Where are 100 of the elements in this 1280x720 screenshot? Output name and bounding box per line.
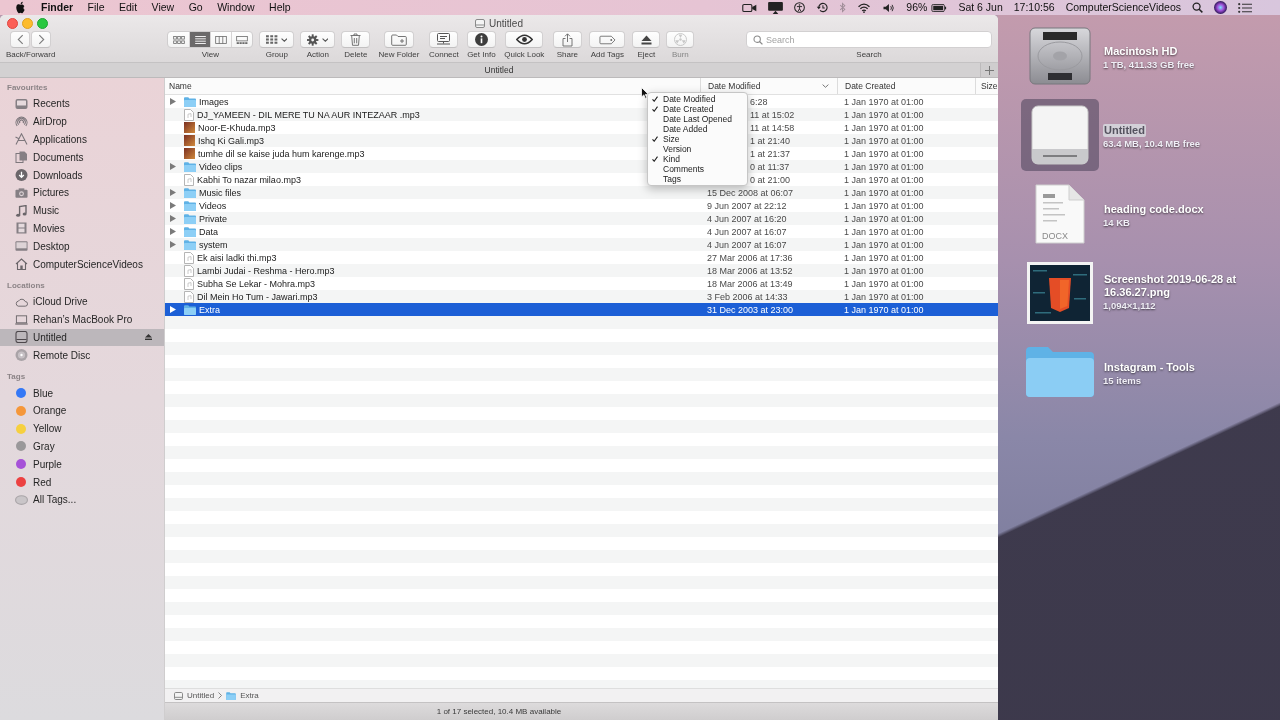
menu-title[interactable]: Edit [119, 0, 138, 15]
disclosure-triangle-icon[interactable] [170, 163, 176, 170]
toolbar-button[interactable] [466, 31, 496, 48]
sidebar-item[interactable]: iCloud Drive [0, 292, 164, 311]
file-row[interactable]: Extra 31 Dec 2003 at 23:00 1 Jan 1970 at 01:00 [165, 303, 998, 316]
menu-title[interactable]: File [87, 0, 105, 15]
disclosure-triangle-icon[interactable] [170, 306, 176, 313]
close-button[interactable] [7, 17, 18, 29]
column-header[interactable]: Name [165, 78, 700, 94]
menu-item[interactable]: Date Modified [648, 94, 747, 104]
sidebar-item[interactable]: Recents [0, 95, 164, 113]
sidebar-item[interactable]: ComputerScienceVideos [0, 255, 164, 273]
sidebar-heading: Favourites [6, 82, 49, 94]
drive-icon [475, 18, 486, 28]
sidebar-item[interactable]: Gray [0, 437, 164, 456]
sidebar-item[interactable]: Music [0, 201, 164, 220]
menu-item[interactable]: Comments [648, 164, 747, 174]
sidebar-item[interactable]: Downloads [0, 166, 164, 184]
chevron-right-icon [37, 34, 45, 45]
date-created: 1 Jan 1970 at 01:00 [844, 148, 924, 159]
sidebar-item[interactable]: Rehan’s MacBook Pro [0, 310, 164, 329]
path-item[interactable]: Extra [226, 691, 259, 700]
toolbar-button[interactable] [505, 31, 544, 48]
date-created: 1 Jan 1970 at 01:00 [844, 96, 924, 107]
view-mode-button[interactable] [189, 32, 211, 47]
tab[interactable]: Untitled [0, 63, 980, 77]
accessibility-icon[interactable] [794, 2, 806, 13]
list-icon[interactable] [1238, 2, 1252, 13]
sidebar-item[interactable]: Movies [0, 219, 164, 238]
battery-icon[interactable] [931, 3, 948, 12]
toolbar-button[interactable] [259, 31, 295, 48]
menu-item[interactable]: Tags [648, 174, 747, 184]
disclosure-triangle-icon[interactable] [170, 189, 176, 196]
image-thumbnail-icon[interactable] [1027, 261, 1093, 324]
sidebar-item[interactable]: Blue [0, 384, 164, 402]
file-name: Videos [199, 200, 227, 211]
file-name: DJ_YAMEEN - DIL MERE TU NA AUR INTEZAAR .mp3 [197, 109, 420, 120]
hard-drive-icon[interactable] [1029, 25, 1091, 86]
menu-title[interactable]: Go [188, 0, 203, 15]
forward-button[interactable] [31, 31, 52, 48]
sidebar-item[interactable]: Red [0, 473, 164, 491]
toolbar-button[interactable] [300, 31, 336, 48]
file-name: Images [199, 96, 229, 107]
back-button[interactable] [10, 31, 31, 48]
sidebar-item[interactable]: Desktop [0, 237, 164, 256]
menu-title[interactable]: Finder [41, 0, 74, 15]
columns-icon [215, 35, 228, 44]
date-created: 1 Jan 1970 at 01:00 [844, 213, 924, 224]
column-header[interactable]: Date Created [837, 78, 975, 94]
document-icon[interactable] [1035, 183, 1085, 244]
orb-icon[interactable] [1214, 1, 1227, 14]
disclosure-triangle-icon[interactable] [170, 215, 176, 222]
speaker-icon[interactable] [882, 2, 896, 13]
user-name[interactable]: ComputerScienceVideos [1065, 0, 1181, 15]
menu-item[interactable]: Version [648, 144, 747, 154]
apple-icon[interactable] [15, 1, 26, 14]
sidebar-item[interactable]: Yellow [0, 419, 164, 438]
toolbar-button[interactable] [429, 31, 459, 48]
toolbar-label: Group [265, 50, 288, 60]
search-field[interactable]: Search [746, 31, 992, 48]
disclosure-triangle-icon[interactable] [170, 241, 176, 248]
file-name: system [199, 239, 228, 250]
disclosure-triangle-icon[interactable] [170, 202, 176, 209]
music-file-icon [184, 251, 194, 264]
sidebar-item[interactable]: Purple [0, 455, 164, 474]
video-camera-icon[interactable] [742, 2, 758, 13]
menu-title[interactable]: Help [269, 0, 291, 15]
film-icon [15, 222, 28, 235]
menu-title[interactable]: View [151, 0, 175, 15]
sidebar-item[interactable]: All Tags... [0, 490, 164, 509]
zoom-button[interactable] [37, 17, 48, 29]
sidebar-item[interactable]: AirDrop [0, 112, 164, 131]
sidebar-item[interactable]: Untitled [0, 328, 164, 347]
disclosure-triangle-icon[interactable] [170, 98, 176, 105]
display-icon[interactable] [768, 1, 784, 14]
path-item[interactable]: Untitled [174, 691, 215, 700]
menu-bar-date[interactable]: Sat 6 Jun [958, 0, 1003, 15]
toolbar-label: New Folder [378, 50, 420, 60]
toolbar-button[interactable] [632, 31, 661, 48]
drive-icon[interactable] [1031, 104, 1089, 165]
eject-icon[interactable] [145, 334, 152, 341]
wifi-icon[interactable] [857, 2, 872, 13]
sidebar-item[interactable]: Orange [0, 401, 164, 420]
sidebar-item[interactable]: Applications [0, 130, 164, 149]
sidebar-item[interactable]: Pictures [0, 184, 164, 202]
house-icon [15, 258, 28, 271]
menu-bar-time[interactable]: 17:10:56 [1013, 0, 1055, 15]
sidebar-item[interactable]: Documents [0, 148, 164, 167]
tag-icon [598, 34, 616, 45]
share-icon [561, 32, 573, 47]
folder-icon [184, 304, 196, 315]
menu-item[interactable]: Size [648, 134, 747, 144]
menu-item[interactable]: Date Last Opened [648, 114, 747, 124]
menu-title[interactable]: Window [217, 0, 255, 15]
desktop-item-info: 15 items [1103, 374, 1143, 387]
search-icon[interactable] [1192, 2, 1203, 13]
menu-item[interactable]: Date Added [648, 124, 747, 134]
sidebar-item[interactable]: Remote Disc [0, 346, 164, 365]
disclosure-triangle-icon[interactable] [170, 228, 176, 235]
clock-arrow-icon[interactable] [816, 2, 829, 13]
